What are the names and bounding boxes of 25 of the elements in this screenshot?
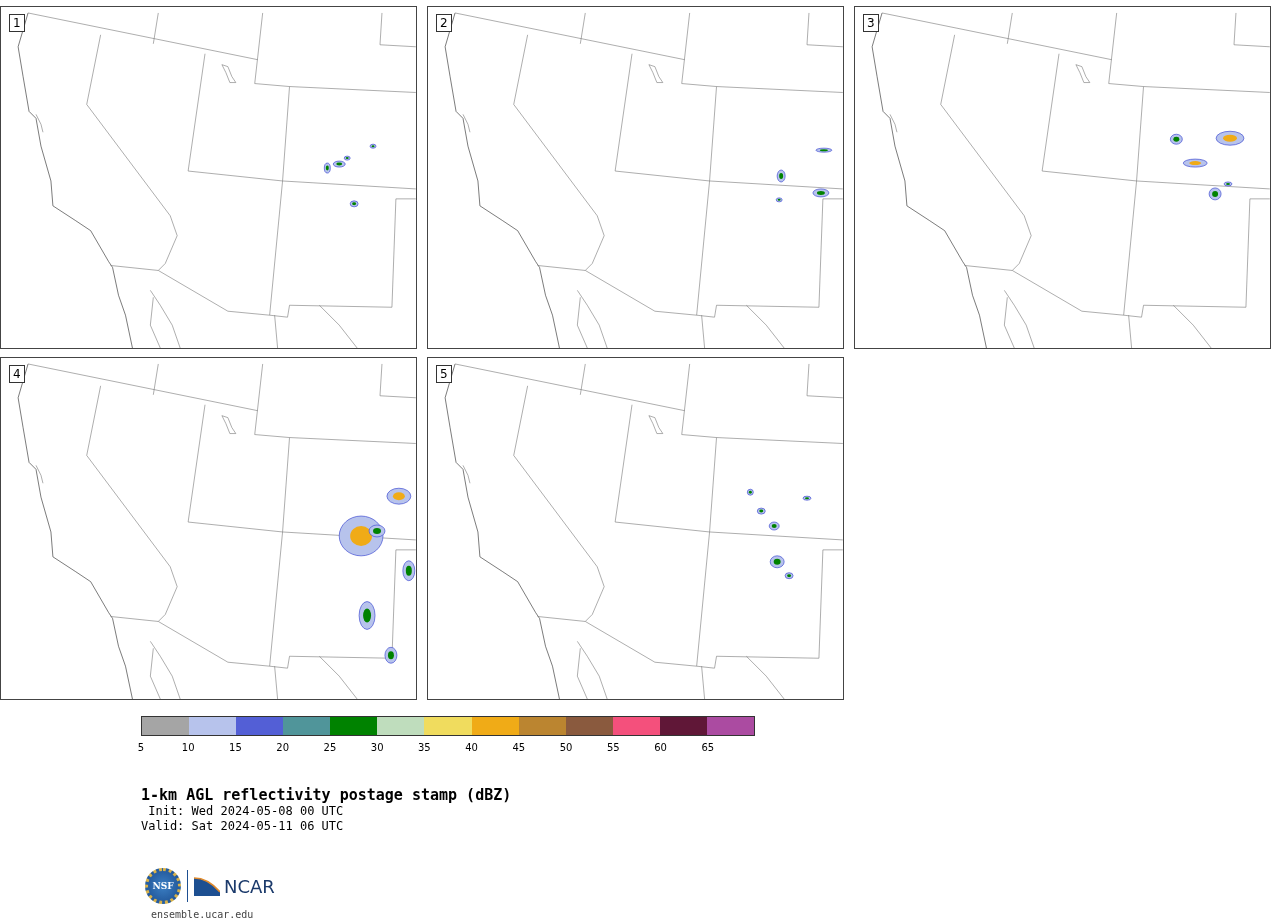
panel-number: 3 [863, 14, 879, 32]
panel-number: 4 [9, 365, 25, 383]
tick-label: 30 [370, 741, 384, 753]
tick-label: 25 [323, 741, 337, 753]
swoosh-icon [194, 876, 220, 896]
init-time: Init: Wed 2024-05-08 00 UTC [147, 804, 345, 819]
tick-label: 60 [654, 741, 667, 753]
tick-label: 50 [559, 741, 573, 753]
tick-label: 55 [606, 741, 620, 753]
tick-label: 65 [701, 741, 715, 753]
tick-label: 40 [465, 741, 478, 753]
chart-title: 1-km AGL reflectivity postage stamp (dBZ) [141, 786, 513, 804]
panel-number: 5 [436, 365, 452, 383]
tick-label: 5 [137, 741, 145, 753]
tick-label: 20 [276, 741, 290, 753]
tick-label: 35 [418, 741, 431, 753]
panel-number: 2 [436, 14, 452, 32]
valid-time: Valid: Sat 2024-05-11 06 UTC [141, 819, 345, 834]
tick-label: 45 [512, 741, 526, 753]
panel-number: 1 [9, 14, 25, 32]
logo-text: NCAR [224, 875, 275, 897]
logo-emblem: NSF [145, 868, 181, 904]
tick-label: 10 [181, 741, 195, 753]
website-address: ensemble.ucar.edu [151, 909, 255, 920]
tick-label: 15 [229, 741, 242, 753]
